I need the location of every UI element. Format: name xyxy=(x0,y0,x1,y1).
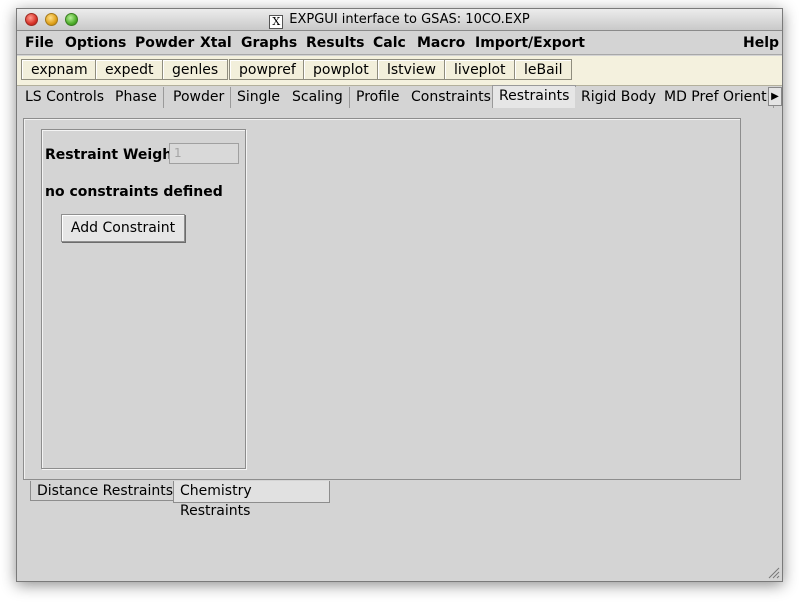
liveplot-button[interactable]: liveplot xyxy=(444,59,516,80)
chemistry-restraints-panel: Restraint Weight 1 no constraints define… xyxy=(41,129,246,469)
title-bar[interactable]: X EXPGUI interface to GSAS: 10CO.EXP xyxy=(17,9,782,31)
subtab-distance-restraints[interactable]: Distance Restraints xyxy=(30,481,181,501)
app-window: X EXPGUI interface to GSAS: 10CO.EXP File… xyxy=(16,8,783,582)
lebail-button[interactable]: leBail xyxy=(514,59,573,80)
tab-scaling[interactable]: Scaling xyxy=(286,87,350,108)
resize-grip-icon[interactable] xyxy=(768,567,780,579)
menu-bar: File Options Powder Xtal Graphs Results … xyxy=(17,32,782,55)
x11-app-icon: X xyxy=(269,15,284,29)
menu-xtal[interactable]: Xtal xyxy=(200,35,232,51)
tab-md-pref-orient[interactable]: MD Pref Orient xyxy=(658,87,774,108)
restraint-weight-label: Restraint Weight xyxy=(45,147,179,163)
genles-button[interactable]: genles xyxy=(162,59,229,80)
menu-powder[interactable]: Powder xyxy=(135,35,194,51)
restraints-tab-panel: Restraint Weight 1 no constraints define… xyxy=(23,118,741,480)
expnam-button[interactable]: expnam xyxy=(21,59,98,80)
menu-calc[interactable]: Calc xyxy=(373,35,406,51)
triangle-right-icon[interactable]: ▶ xyxy=(768,87,782,106)
main-tabs: LS Controls Phase Powder Single Scaling … xyxy=(17,85,782,108)
restraints-subtabs: Distance Restraints Chemistry Restraints xyxy=(30,481,330,519)
window-title: EXPGUI interface to GSAS: 10CO.EXP xyxy=(289,12,530,27)
powplot-button[interactable]: powplot xyxy=(303,59,379,80)
powpref-button[interactable]: powpref xyxy=(229,59,306,80)
menu-file[interactable]: File xyxy=(25,35,54,51)
menu-results[interactable]: Results xyxy=(306,35,364,51)
menu-macro[interactable]: Macro xyxy=(417,35,465,51)
tab-constraints[interactable]: Constraints xyxy=(405,87,498,108)
constraints-status-text: no constraints defined xyxy=(45,184,223,200)
tab-single[interactable]: Single xyxy=(231,87,288,108)
subtab-chemistry-restraints[interactable]: Chemistry Restraints xyxy=(173,481,330,519)
tab-powder[interactable]: Powder xyxy=(167,87,232,108)
toolbar: expnam expedt genles powpref powplot lst… xyxy=(17,56,782,86)
menu-options[interactable]: Options xyxy=(65,35,126,51)
menu-import-export[interactable]: Import/Export xyxy=(475,35,585,51)
menu-graphs[interactable]: Graphs xyxy=(241,35,297,51)
tab-profile[interactable]: Profile xyxy=(350,87,407,108)
restraint-weight-field[interactable]: 1 xyxy=(169,143,239,164)
menu-help[interactable]: Help xyxy=(743,35,779,51)
add-constraint-button[interactable]: Add Constraint xyxy=(61,214,185,242)
tab-restraints[interactable]: Restraints xyxy=(492,85,577,108)
tab-ls-controls[interactable]: LS Controls xyxy=(19,87,112,108)
tab-rigid-body[interactable]: Rigid Body xyxy=(575,87,664,108)
expedt-button[interactable]: expedt xyxy=(95,59,164,80)
tab-phase[interactable]: Phase xyxy=(109,87,164,108)
lstview-button[interactable]: lstview xyxy=(377,59,446,80)
